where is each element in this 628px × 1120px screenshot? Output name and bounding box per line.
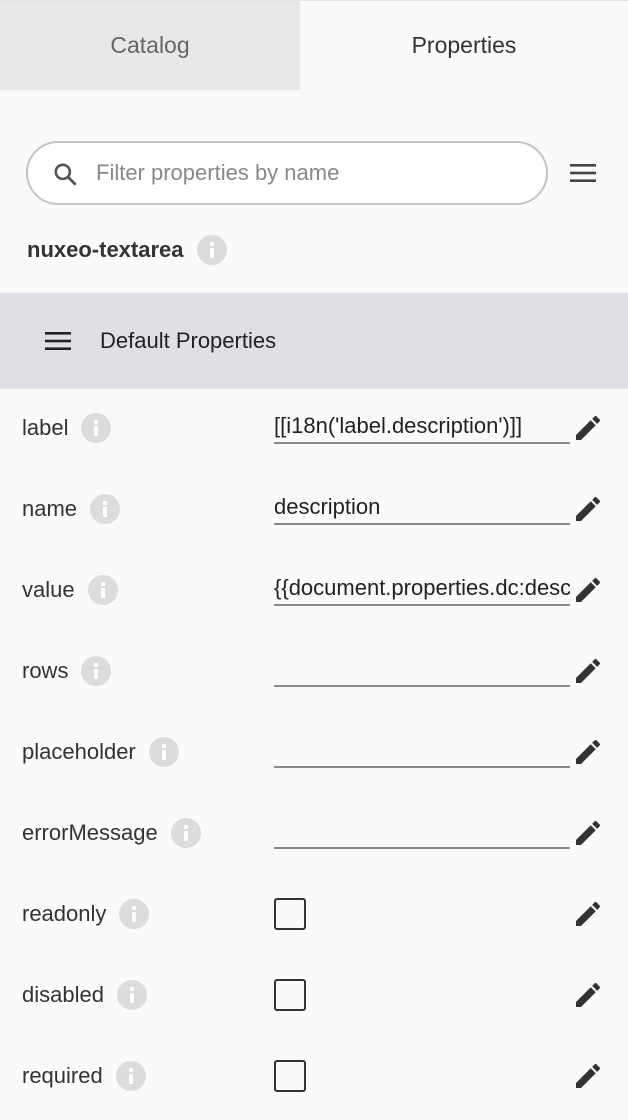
disabled-checkbox[interactable]: [274, 979, 306, 1011]
pencil-edit-icon[interactable]: [572, 1060, 604, 1092]
property-input-errormessage[interactable]: [274, 815, 570, 847]
pencil-edit-icon[interactable]: [572, 493, 604, 525]
property-row-readonly: readonly: [0, 874, 628, 954]
property-input-name[interactable]: [274, 491, 570, 523]
filter-input[interactable]: [96, 153, 526, 193]
property-field: [274, 410, 570, 444]
pencil-edit-icon[interactable]: [572, 655, 604, 687]
property-row-disabled: disabled: [0, 955, 628, 1035]
pencil-edit-icon[interactable]: [572, 817, 604, 849]
info-icon[interactable]: [87, 575, 118, 605]
section-header[interactable]: Default Properties: [0, 293, 628, 389]
property-row-name: name: [0, 469, 628, 549]
property-field: [274, 572, 570, 606]
property-row-placeholder: placeholder: [0, 712, 628, 792]
property-label-wrap: name: [22, 469, 121, 549]
info-icon[interactable]: [116, 980, 147, 1010]
search-icon: [54, 163, 77, 186]
property-label-wrap: errorMessage: [22, 793, 201, 873]
property-label-wrap: disabled: [22, 955, 147, 1035]
property-label-wrap: placeholder: [22, 712, 179, 792]
property-field: [274, 815, 570, 849]
info-icon[interactable]: [119, 899, 150, 929]
property-label: readonly: [22, 901, 107, 926]
property-input-placeholder[interactable]: [274, 734, 570, 766]
menu-icon[interactable]: [568, 158, 598, 188]
property-field: [274, 491, 570, 525]
component-name: nuxeo-textarea: [27, 237, 184, 262]
info-icon[interactable]: [115, 1061, 146, 1091]
property-label-wrap: required: [22, 1036, 146, 1116]
info-icon[interactable]: [170, 818, 201, 848]
property-label: name: [22, 496, 78, 521]
property-field: [274, 734, 570, 768]
pencil-edit-icon[interactable]: [572, 574, 604, 606]
properties-panel: Catalog Properties nuxeo-textarea Defaul…: [0, 0, 628, 1120]
tab-properties[interactable]: Properties: [300, 1, 628, 90]
property-field: [274, 653, 570, 687]
pencil-edit-icon[interactable]: [572, 736, 604, 768]
property-input-value[interactable]: [274, 572, 570, 604]
property-label: label: [22, 415, 69, 440]
pencil-edit-icon[interactable]: [572, 898, 604, 930]
info-icon[interactable]: [90, 494, 121, 524]
property-label: errorMessage: [22, 820, 158, 845]
component-title: nuxeo-textarea: [27, 233, 227, 267]
readonly-checkbox[interactable]: [274, 898, 306, 930]
tab-bar: Catalog Properties: [0, 1, 628, 90]
info-icon[interactable]: [81, 413, 112, 443]
property-label: rows: [22, 658, 69, 683]
info-icon[interactable]: [148, 737, 179, 767]
property-input-label[interactable]: [274, 410, 570, 442]
property-label-wrap: rows: [22, 631, 112, 711]
tab-catalog[interactable]: Catalog: [0, 1, 300, 90]
filter-row: [26, 141, 628, 205]
property-label: placeholder: [22, 739, 136, 764]
property-label: value: [22, 577, 75, 602]
property-label-wrap: value: [22, 550, 118, 630]
property-row-required: required: [0, 1036, 628, 1116]
property-label-wrap: label: [22, 388, 112, 468]
pencil-edit-icon[interactable]: [572, 412, 604, 444]
info-icon[interactable]: [196, 235, 227, 265]
property-row-label: label: [0, 388, 628, 468]
property-input-rows[interactable]: [274, 653, 570, 685]
property-label-wrap: readonly: [22, 874, 150, 954]
property-row-value: value: [0, 550, 628, 630]
section-title: Default Properties: [100, 328, 277, 353]
property-label: required: [22, 1063, 103, 1088]
required-checkbox[interactable]: [274, 1060, 306, 1092]
property-label: disabled: [22, 982, 104, 1007]
property-row-errormessage: errorMessage: [0, 793, 628, 873]
menu-icon[interactable]: [43, 326, 73, 356]
property-row-rows: rows: [0, 631, 628, 711]
filter-box[interactable]: [26, 141, 548, 205]
info-icon[interactable]: [81, 656, 112, 686]
pencil-edit-icon[interactable]: [572, 979, 604, 1011]
